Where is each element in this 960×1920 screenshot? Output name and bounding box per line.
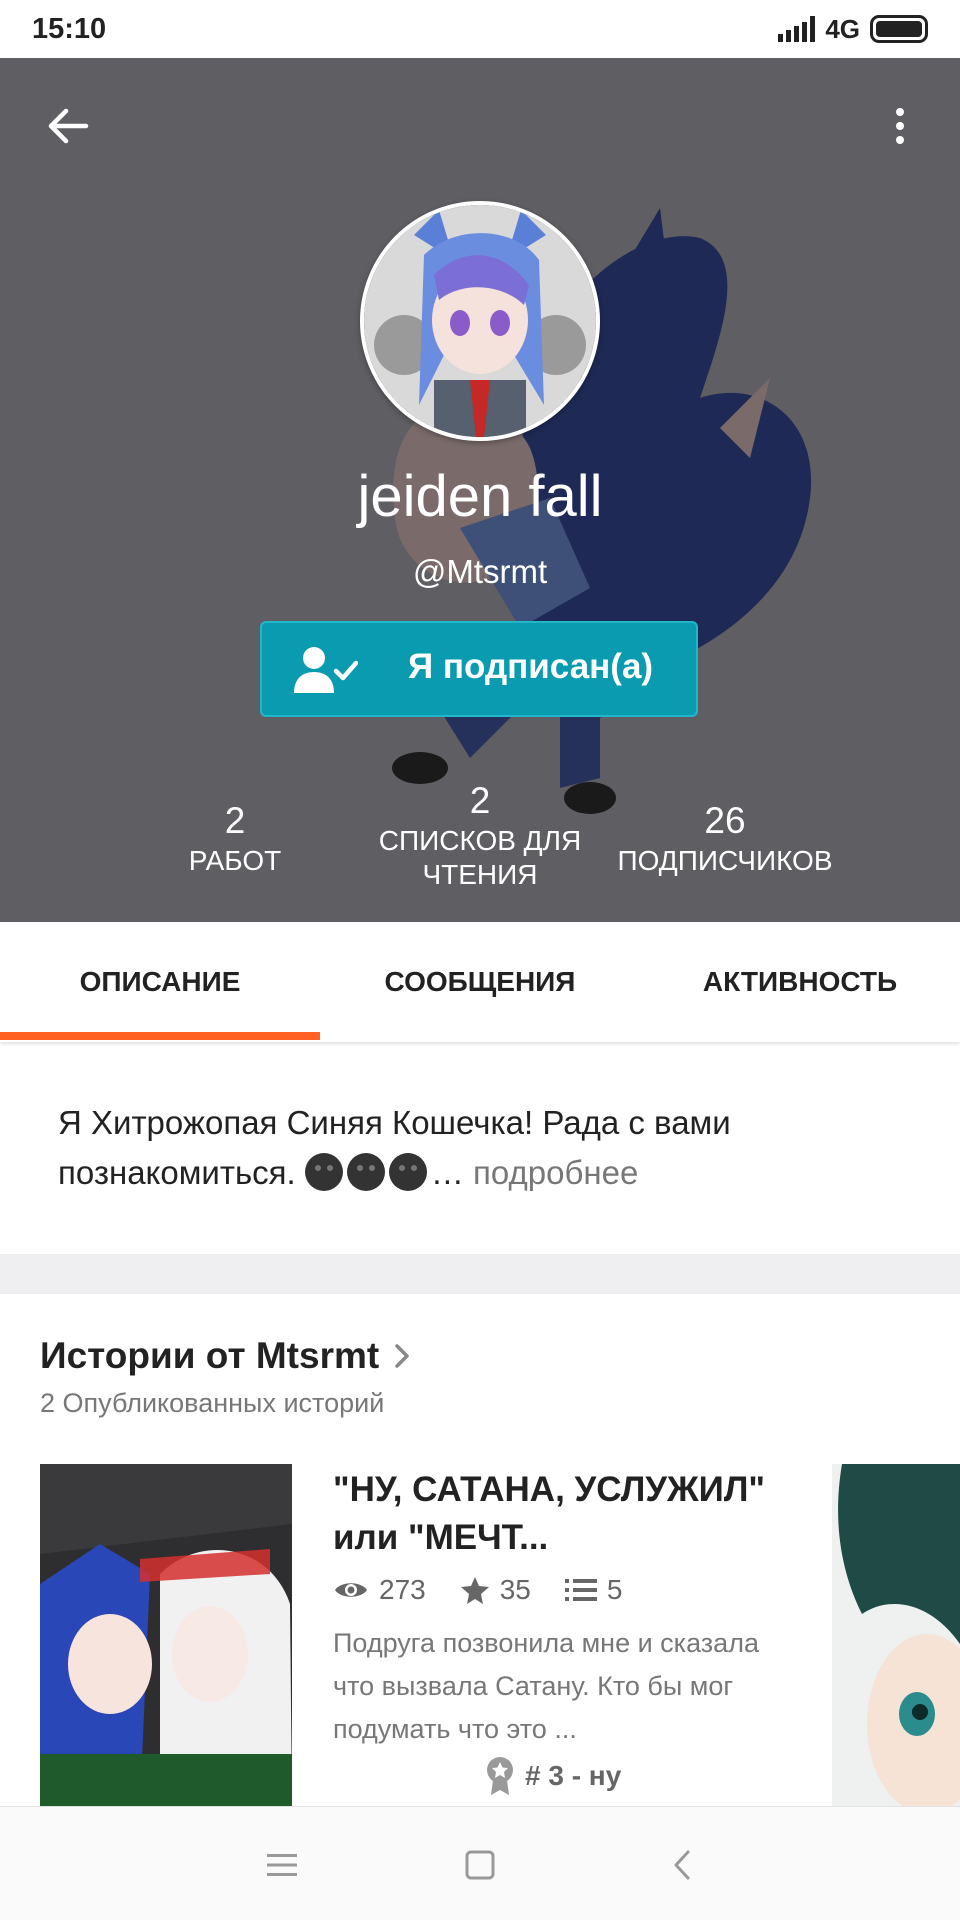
- parts-count: 5: [606, 1574, 623, 1605]
- back-button[interactable]: [40, 98, 96, 154]
- more-vertical-icon: [896, 108, 904, 116]
- story-cover-next[interactable]: [832, 1464, 960, 1806]
- battery-icon: [870, 15, 928, 43]
- story-stats: 273 35 5: [333, 1574, 656, 1606]
- stories-title-text: Истории от Mtsrmt: [40, 1335, 380, 1376]
- status-bar: 15:10 4G: [0, 0, 960, 58]
- story-title[interactable]: "НУ, САТАНА, УСЛУЖИЛ" или "МЕЧТ...: [333, 1466, 773, 1562]
- active-tab-indicator: [0, 1032, 320, 1040]
- votes-count: 35: [499, 1574, 531, 1605]
- story-views: 273: [333, 1574, 426, 1606]
- stat-value: 2: [469, 780, 491, 821]
- username: @Mtsrmt: [412, 553, 548, 590]
- profile-header: jeiden fall @Mtsrmt Я подписан(а) 2 РАБО…: [0, 58, 960, 922]
- display-name: jeiden fall: [357, 464, 603, 529]
- square-icon: [465, 1850, 495, 1880]
- stat-value: 2: [224, 800, 246, 841]
- stories-section-title[interactable]: Истории от Mtsrmt: [40, 1335, 411, 1377]
- nav-home-button[interactable]: [450, 1835, 510, 1895]
- signal-icon: [778, 16, 816, 42]
- dark-face-icon: [346, 1153, 385, 1191]
- stat-label: ПОДПИСЧИКОВ: [617, 845, 833, 876]
- stat-reading-lists[interactable]: 2 СПИСКОВ ДЛЯ ЧТЕНИЯ: [355, 778, 605, 892]
- arrow-left-icon: [48, 108, 89, 144]
- dark-face-icon: [304, 1153, 343, 1191]
- read-more-link[interactable]: подробнее: [473, 1154, 638, 1191]
- more-options-button[interactable]: [880, 98, 920, 154]
- nav-menu-button[interactable]: [252, 1835, 312, 1895]
- status-indicators: 4G: [778, 14, 928, 45]
- story-rank[interactable]: # 3 - ну: [485, 1756, 621, 1796]
- stories-count: 2 Опубликованных историй: [40, 1388, 385, 1418]
- story-votes: 35: [460, 1574, 531, 1606]
- star-icon: [460, 1577, 489, 1604]
- profile-description: Я Хитрожопая Синяя Кошечка! Рада с вами …: [58, 1098, 918, 1198]
- profile-tabs: ОПИСАНИЕ СООБЩЕНИЯ АКТИВНОСТЬ: [0, 922, 960, 1042]
- menu-icon: [267, 1854, 297, 1876]
- eye-icon: [335, 1583, 367, 1597]
- chevron-left-icon: [674, 1850, 690, 1880]
- network-type: 4G: [825, 13, 860, 44]
- story-parts: 5: [564, 1574, 623, 1606]
- stat-followers[interactable]: 26 ПОДПИСЧИКОВ: [605, 798, 845, 878]
- avatar-image: [364, 205, 596, 437]
- status-time: 15:10: [32, 12, 107, 45]
- list-icon: [564, 1579, 597, 1601]
- rank-label: # 3 - ну: [525, 1760, 622, 1791]
- system-navigation-bar: [0, 1806, 960, 1920]
- views-count: 273: [379, 1574, 426, 1605]
- stat-works[interactable]: 2 РАБОТ: [135, 798, 335, 878]
- stat-label: РАБОТ: [188, 845, 282, 876]
- follow-button-label: Я подписан(а): [408, 647, 654, 686]
- story-cover-image: [40, 1464, 292, 1806]
- story-description: Подруга позвонила мне и сказала что вызв…: [333, 1628, 759, 1744]
- follow-button[interactable]: Я подписан(а): [260, 621, 698, 717]
- chevron-right-icon: [395, 1344, 409, 1368]
- description-ellipsis: …: [430, 1154, 464, 1191]
- tab-activity[interactable]: АКТИВНОСТЬ: [640, 922, 960, 1042]
- story-cover-image: [832, 1464, 960, 1806]
- user-check-icon: [294, 647, 358, 693]
- stat-value: 26: [704, 800, 746, 841]
- stat-label: СПИСКОВ ДЛЯ ЧТЕНИЯ: [378, 825, 582, 890]
- profile-stats: 2 РАБОТ 2 СПИСКОВ ДЛЯ ЧТЕНИЯ 26 ПОДПИСЧИ…: [0, 778, 960, 918]
- tab-description[interactable]: ОПИСАНИЕ: [0, 922, 320, 1042]
- award-icon: [487, 1757, 513, 1795]
- dark-face-icon: [388, 1153, 427, 1191]
- tab-messages[interactable]: СООБЩЕНИЯ: [320, 922, 640, 1042]
- nav-back-button[interactable]: [652, 1835, 712, 1895]
- section-divider: [0, 1254, 960, 1294]
- story-cover[interactable]: [40, 1464, 292, 1806]
- avatar[interactable]: [360, 201, 600, 441]
